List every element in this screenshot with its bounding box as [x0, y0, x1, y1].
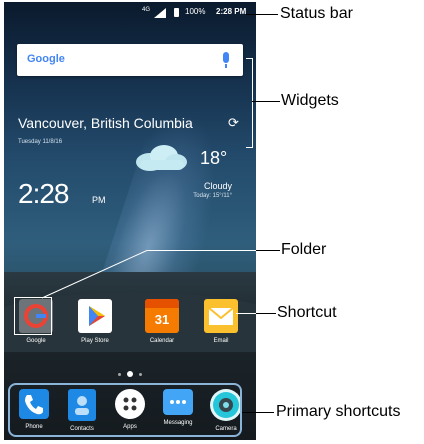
shortcut-callout-line — [256, 313, 276, 314]
weather-date: Tuesday 11/8/16 — [18, 139, 63, 145]
folder-callout: Folder — [281, 241, 327, 258]
play-store-icon — [78, 299, 112, 333]
calendar-day: 31 — [154, 312, 170, 327]
status-bar-callout-line — [246, 14, 278, 15]
widgets-callout-line — [252, 101, 280, 102]
clock-time: 2:28 — [18, 178, 69, 209]
phone-screen: 4G 100% 2:28 PM Google Vancouver, Britis… — [4, 2, 256, 440]
refresh-icon[interactable]: ⟳ — [228, 115, 239, 131]
page-indicator[interactable] — [118, 371, 148, 377]
shortcut-callout-line-inner — [236, 313, 256, 314]
status-time: 2:28 PM — [216, 7, 247, 16]
folder-callout-diagonal — [41, 250, 149, 299]
app-label: Google — [26, 338, 46, 344]
app-email[interactable]: Email — [197, 299, 245, 344]
page-dot-active — [127, 371, 133, 377]
app-label: Email — [213, 338, 229, 344]
page-dot — [118, 373, 121, 376]
google-search-bar[interactable]: Google — [17, 44, 243, 76]
folder-callout-line — [256, 250, 280, 251]
primary-shortcuts-callout: Primary shortcuts — [276, 403, 401, 420]
cloud-icon — [136, 145, 187, 171]
page-dot — [139, 373, 142, 376]
folder-highlight-box — [14, 297, 52, 335]
weather-location: Vancouver, British Columbia — [18, 115, 193, 131]
email-icon — [204, 299, 238, 333]
shortcut-callout: Shortcut — [277, 304, 337, 321]
weather-today-range: Today: 15°/11° — [193, 193, 232, 199]
status-bar[interactable]: 4G 100% 2:28 PM — [4, 2, 256, 24]
primary-shortcuts-callout-line — [242, 412, 274, 413]
widgets-highlight-bracket — [246, 58, 253, 148]
signal-icon — [154, 8, 166, 18]
weather-condition: Cloudy — [203, 181, 232, 191]
app-label: Play Store — [81, 338, 109, 344]
calendar-icon: 31 — [145, 299, 179, 333]
google-logo: Google — [27, 53, 65, 65]
app-play-store[interactable]: Play Store — [71, 299, 119, 344]
dock-highlight-box — [8, 383, 242, 437]
app-label: Calendar — [149, 338, 175, 344]
battery-percent: 100% — [185, 7, 206, 16]
temperature: 18° — [200, 148, 228, 168]
app-calendar[interactable]: 31 Calendar — [138, 299, 186, 344]
network-type-label: 4G — [142, 7, 151, 13]
battery-icon — [174, 8, 179, 17]
clock-suffix: PM — [92, 195, 106, 205]
widgets-callout: Widgets — [281, 92, 339, 109]
mic-icon[interactable] — [223, 52, 229, 68]
status-bar-callout: Status bar — [280, 5, 353, 22]
